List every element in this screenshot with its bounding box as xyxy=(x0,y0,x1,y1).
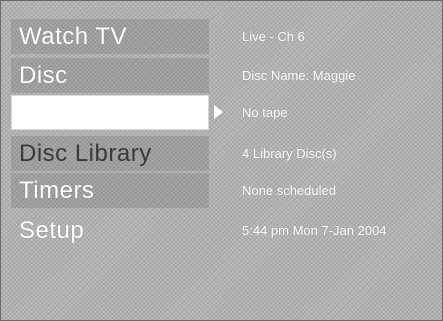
clock-date-status: 5:44 pm Mon 7-Jan 2004 xyxy=(242,223,387,238)
menu-item-selected[interactable] xyxy=(11,95,209,130)
menu-item-setup[interactable]: Setup xyxy=(11,213,209,248)
menu-item-label: Watch TV xyxy=(19,22,128,50)
dvr-main-menu-screen: Watch TV Live - Ch 6 Disc Disc Name: Mag… xyxy=(0,0,443,321)
watch-tv-status: Live - Ch 6 xyxy=(242,29,305,44)
tape-status: No tape xyxy=(242,105,288,120)
menu-item-label: Disc Library xyxy=(19,139,152,167)
menu-item-label: Disc xyxy=(19,61,68,89)
menu-item-disc[interactable]: Disc xyxy=(11,58,209,93)
menu-item-label: Setup xyxy=(19,216,85,244)
disc-name-status: Disc Name: Maggie xyxy=(242,68,356,83)
menu-item-disc-library[interactable]: Disc Library xyxy=(11,136,209,171)
library-disc-count: 4 Library Disc(s) xyxy=(242,146,337,161)
right-arrow-icon xyxy=(214,105,223,119)
menu-item-watch-tv[interactable]: Watch TV xyxy=(11,19,209,54)
timers-status: None scheduled xyxy=(242,183,336,198)
menu-item-timers[interactable]: Timers xyxy=(11,173,209,208)
menu-item-label: Timers xyxy=(19,176,95,204)
